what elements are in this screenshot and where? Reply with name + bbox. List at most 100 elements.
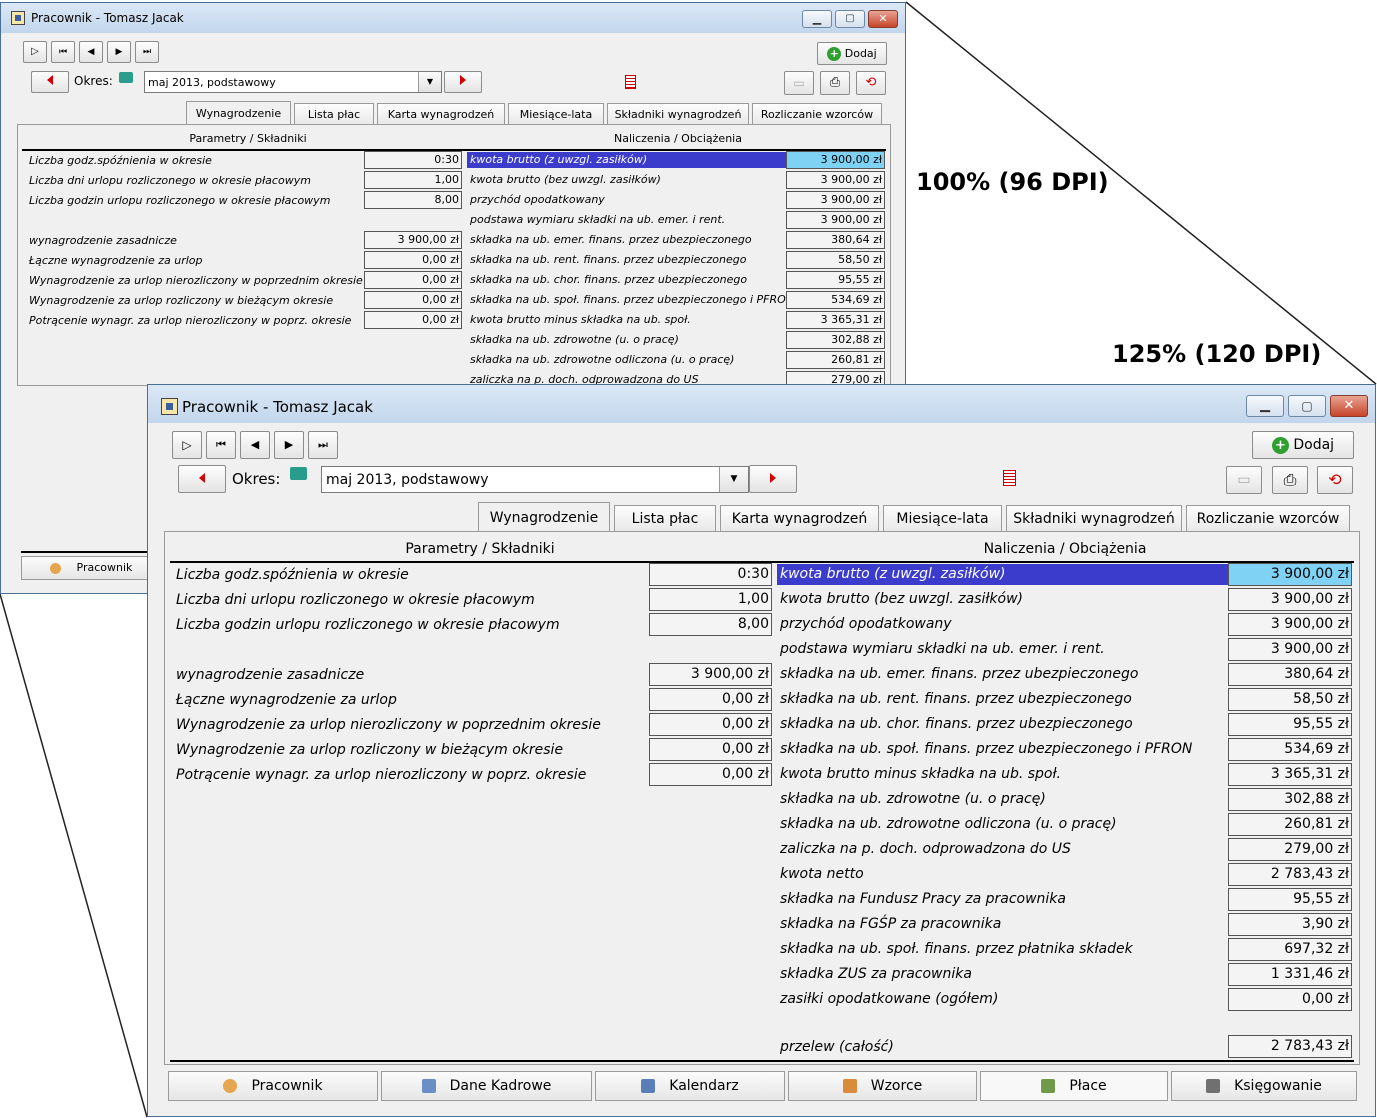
result-label[interactable]: składka na ub. emer. finans. przez ubezp… — [777, 664, 1138, 685]
param-value-field[interactable]: 8,00 — [364, 191, 462, 209]
print-button-large[interactable]: ⎙ — [1272, 466, 1308, 494]
param-value-field[interactable]: 1,00 — [364, 171, 462, 189]
result-value-field[interactable]: 3 900,00 zł — [786, 191, 885, 209]
next-record-button[interactable]: ▶ — [107, 41, 131, 63]
result-label[interactable]: składka ZUS za pracownika — [777, 964, 972, 985]
result-label[interactable]: zasiłki opodatkowane (ogółem) — [777, 989, 998, 1010]
add-button-large[interactable]: + Dodaj — [1252, 431, 1354, 459]
tab-skladniki-wynagrodzen[interactable]: Składniki wynagrodzeń — [607, 103, 749, 125]
result-value-field[interactable]: 0,00 zł — [1228, 988, 1352, 1011]
bottom-tab-place-large[interactable]: Płace — [980, 1071, 1168, 1101]
result-label[interactable]: przychód opodatkowany — [777, 614, 952, 635]
result-value-field[interactable]: 3 365,31 zł — [786, 311, 885, 329]
result-label[interactable]: podstawa wymiaru składki na ub. emer. i … — [467, 212, 725, 228]
tab-miesiace-lata-large[interactable]: Miesiące-lata — [883, 505, 1002, 532]
result-value-field[interactable]: 58,50 zł — [1228, 688, 1352, 711]
result-value-field[interactable]: 302,88 zł — [786, 331, 885, 349]
tab-rozliczanie-wzorcow[interactable]: Rozliczanie wzorców — [752, 103, 882, 125]
result-value-field[interactable]: 302,88 zł — [1228, 788, 1352, 811]
result-label[interactable]: składka na ub. zdrowotne odliczona (u. o… — [777, 814, 1117, 835]
result-label[interactable]: składka na ub. chor. finans. przez ubezp… — [467, 272, 747, 288]
param-value-field[interactable]: 3 900,00 zł — [364, 231, 462, 249]
param-value-field[interactable]: 0,00 zł — [364, 291, 462, 309]
prev-record-button-large[interactable]: ◀ — [240, 431, 270, 459]
tab-lista-plac[interactable]: Lista płac — [294, 103, 374, 125]
period-select[interactable]: maj 2013, podstawowy ▼ — [144, 71, 442, 93]
result-label[interactable]: składka na Fundusz Pracy za pracownika — [777, 889, 1066, 910]
maximize-button-large[interactable]: ▢ — [1288, 395, 1326, 417]
result-label[interactable]: kwota brutto (bez uwzgl. zasiłków) — [777, 589, 1023, 610]
result-value-field[interactable]: 58,50 zł — [786, 251, 885, 269]
print-button[interactable]: ⎙ — [820, 71, 850, 95]
last-record-button[interactable]: ⏭ — [135, 41, 159, 63]
result-value-field[interactable]: 3 900,00 zł — [1228, 613, 1352, 636]
param-value-field[interactable]: 0,00 zł — [364, 271, 462, 289]
chevron-down-icon[interactable]: ▼ — [418, 72, 441, 92]
result-label[interactable]: składka na ub. społ. finans. przez płatn… — [777, 939, 1133, 960]
minimize-button[interactable]: ▁ — [802, 10, 832, 28]
result-label[interactable]: składka na ub. rent. finans. przez ubezp… — [467, 252, 746, 268]
first-record-button-large[interactable]: ⏮ — [206, 431, 236, 459]
result-label[interactable]: podstawa wymiaru składki na ub. emer. i … — [777, 639, 1105, 660]
next-record-button-large[interactable]: ▶ — [274, 431, 304, 459]
result-value-field[interactable]: 260,81 zł — [786, 351, 885, 369]
title-bar-large[interactable]: Pracownik - Tomasz Jacak ▁ ▢ ✕ — [148, 385, 1375, 423]
result-value-field[interactable]: 3 900,00 zł — [1228, 563, 1352, 586]
param-value-field[interactable]: 0:30 — [649, 563, 772, 586]
period-prev-button[interactable] — [31, 71, 69, 93]
result-value-field[interactable]: 3 365,31 zł — [1228, 763, 1352, 786]
result-value-field[interactable]: 534,69 zł — [1228, 738, 1352, 761]
result-label[interactable]: kwota netto — [777, 864, 864, 885]
result-label[interactable]: składka na ub. zdrowotne (u. o pracę) — [777, 789, 1046, 810]
result-value-field[interactable]: 3 900,00 zł — [786, 211, 885, 229]
new-record-button[interactable]: ▷ — [23, 41, 47, 63]
total-transfer-value[interactable]: 2 783,43 zł — [1228, 1035, 1352, 1058]
result-label[interactable]: składka na ub. społ. finans. przez ubezp… — [777, 739, 1192, 760]
tab-skladniki-wynagrodzen-large[interactable]: Składniki wynagrodzeń — [1006, 505, 1182, 532]
period-prev-button-large[interactable] — [178, 465, 226, 493]
result-label[interactable]: składka na FGŚP za pracownika — [777, 914, 1001, 935]
tab-karta-wynagrodzen[interactable]: Karta wynagrodzeń — [377, 103, 505, 125]
result-value-field[interactable]: 3 900,00 zł — [786, 171, 885, 189]
result-value-field[interactable]: 697,32 zł — [1228, 938, 1352, 961]
param-value-field[interactable]: 0,00 zł — [364, 251, 462, 269]
selected-result-label[interactable]: kwota brutto (z uwzgl. zasiłków) — [467, 152, 786, 168]
result-value-field[interactable]: 534,69 zł — [786, 291, 885, 309]
param-value-field[interactable]: 0:30 — [364, 151, 462, 169]
bottom-tab-kalendarz-large[interactable]: Kalendarz — [595, 1071, 785, 1101]
result-label[interactable]: składka na ub. chor. finans. przez ubezp… — [777, 714, 1133, 735]
result-label[interactable]: kwota brutto minus składka na ub. społ. — [777, 764, 1061, 785]
result-value-field[interactable]: 1 331,46 zł — [1228, 963, 1352, 986]
result-label[interactable]: zaliczka na p. doch. odprowadzona do US — [777, 839, 1071, 860]
result-label[interactable]: składka na ub. społ. finans. przez ubezp… — [467, 292, 794, 308]
refresh-button[interactable]: ⟲ — [856, 71, 886, 95]
param-value-field[interactable]: 0,00 zł — [649, 688, 772, 711]
title-bar[interactable]: Pracownik - Tomasz Jacak ▁ ▢ ✕ — [1, 3, 905, 33]
bottom-tab-pracownik-large[interactable]: Pracownik — [168, 1071, 378, 1101]
param-value-field[interactable]: 8,00 — [649, 613, 772, 636]
result-value-field[interactable]: 3 900,00 zł — [1228, 638, 1352, 661]
result-value-field[interactable]: 3 900,00 zł — [1228, 588, 1352, 611]
bottom-tab-pracownik[interactable]: Pracownik — [21, 556, 161, 580]
result-value-field[interactable]: 95,55 zł — [1228, 888, 1352, 911]
close-button-large[interactable]: ✕ — [1330, 395, 1368, 417]
result-value-field[interactable]: 2 783,43 zł — [1228, 863, 1352, 886]
add-button[interactable]: + Dodaj — [817, 42, 887, 65]
last-record-button-large[interactable]: ⏭ — [308, 431, 338, 459]
param-value-field[interactable]: 0,00 zł — [649, 763, 772, 786]
close-button[interactable]: ✕ — [868, 10, 898, 28]
new-record-button-large[interactable]: ▷ — [172, 431, 202, 459]
result-value-field[interactable]: 260,81 zł — [1228, 813, 1352, 836]
result-label[interactable]: kwota brutto (bez uwzgl. zasiłków) — [467, 172, 661, 188]
result-label[interactable]: składka na ub. zdrowotne odliczona (u. o… — [467, 352, 734, 368]
result-label[interactable]: kwota brutto minus składka na ub. społ. — [467, 312, 691, 328]
result-value-field[interactable]: 3,90 zł — [1228, 913, 1352, 936]
tab-wynagrodzenie-large[interactable]: Wynagrodzenie — [478, 502, 610, 532]
period-select-large[interactable]: maj 2013, podstawowy ▼ — [321, 466, 749, 493]
period-next-button[interactable] — [444, 71, 482, 93]
period-next-button-large[interactable] — [749, 465, 797, 493]
result-value-field[interactable]: 380,64 zł — [786, 231, 885, 249]
tab-lista-plac-large[interactable]: Lista płac — [614, 505, 716, 532]
param-value-field[interactable]: 3 900,00 zł — [649, 663, 772, 686]
tab-miesiace-lata[interactable]: Miesiące-lata — [508, 103, 604, 125]
